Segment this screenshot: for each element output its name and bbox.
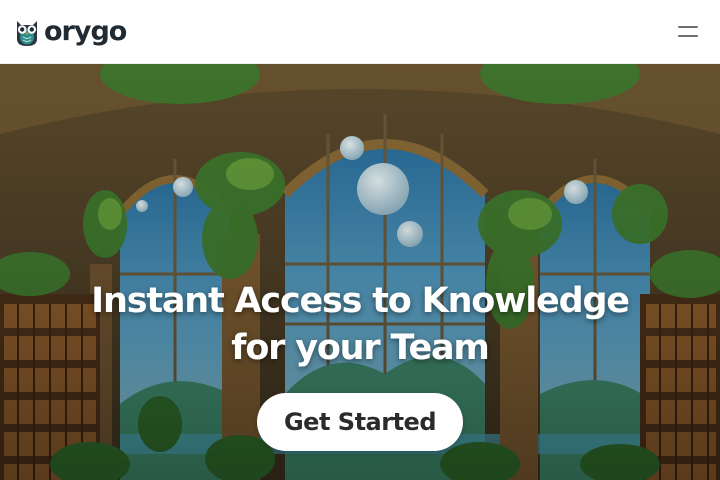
brand-name: orygo [44, 16, 127, 47]
hero-title-line-2: for your Team [231, 328, 490, 368]
brand-logo[interactable]: orygo [14, 16, 127, 47]
hero-title-line-1: Instant Access to Knowledge [91, 281, 630, 321]
owl-icon [17, 20, 37, 46]
site-header: orygo [0, 0, 720, 64]
get-started-button[interactable]: Get Started [257, 393, 463, 451]
hamburger-menu-icon[interactable] [674, 18, 702, 46]
hero-title: Instant Access to Knowledge for your Tea… [0, 278, 720, 372]
hero-section: Instant Access to Knowledge for your Tea… [0, 64, 720, 480]
